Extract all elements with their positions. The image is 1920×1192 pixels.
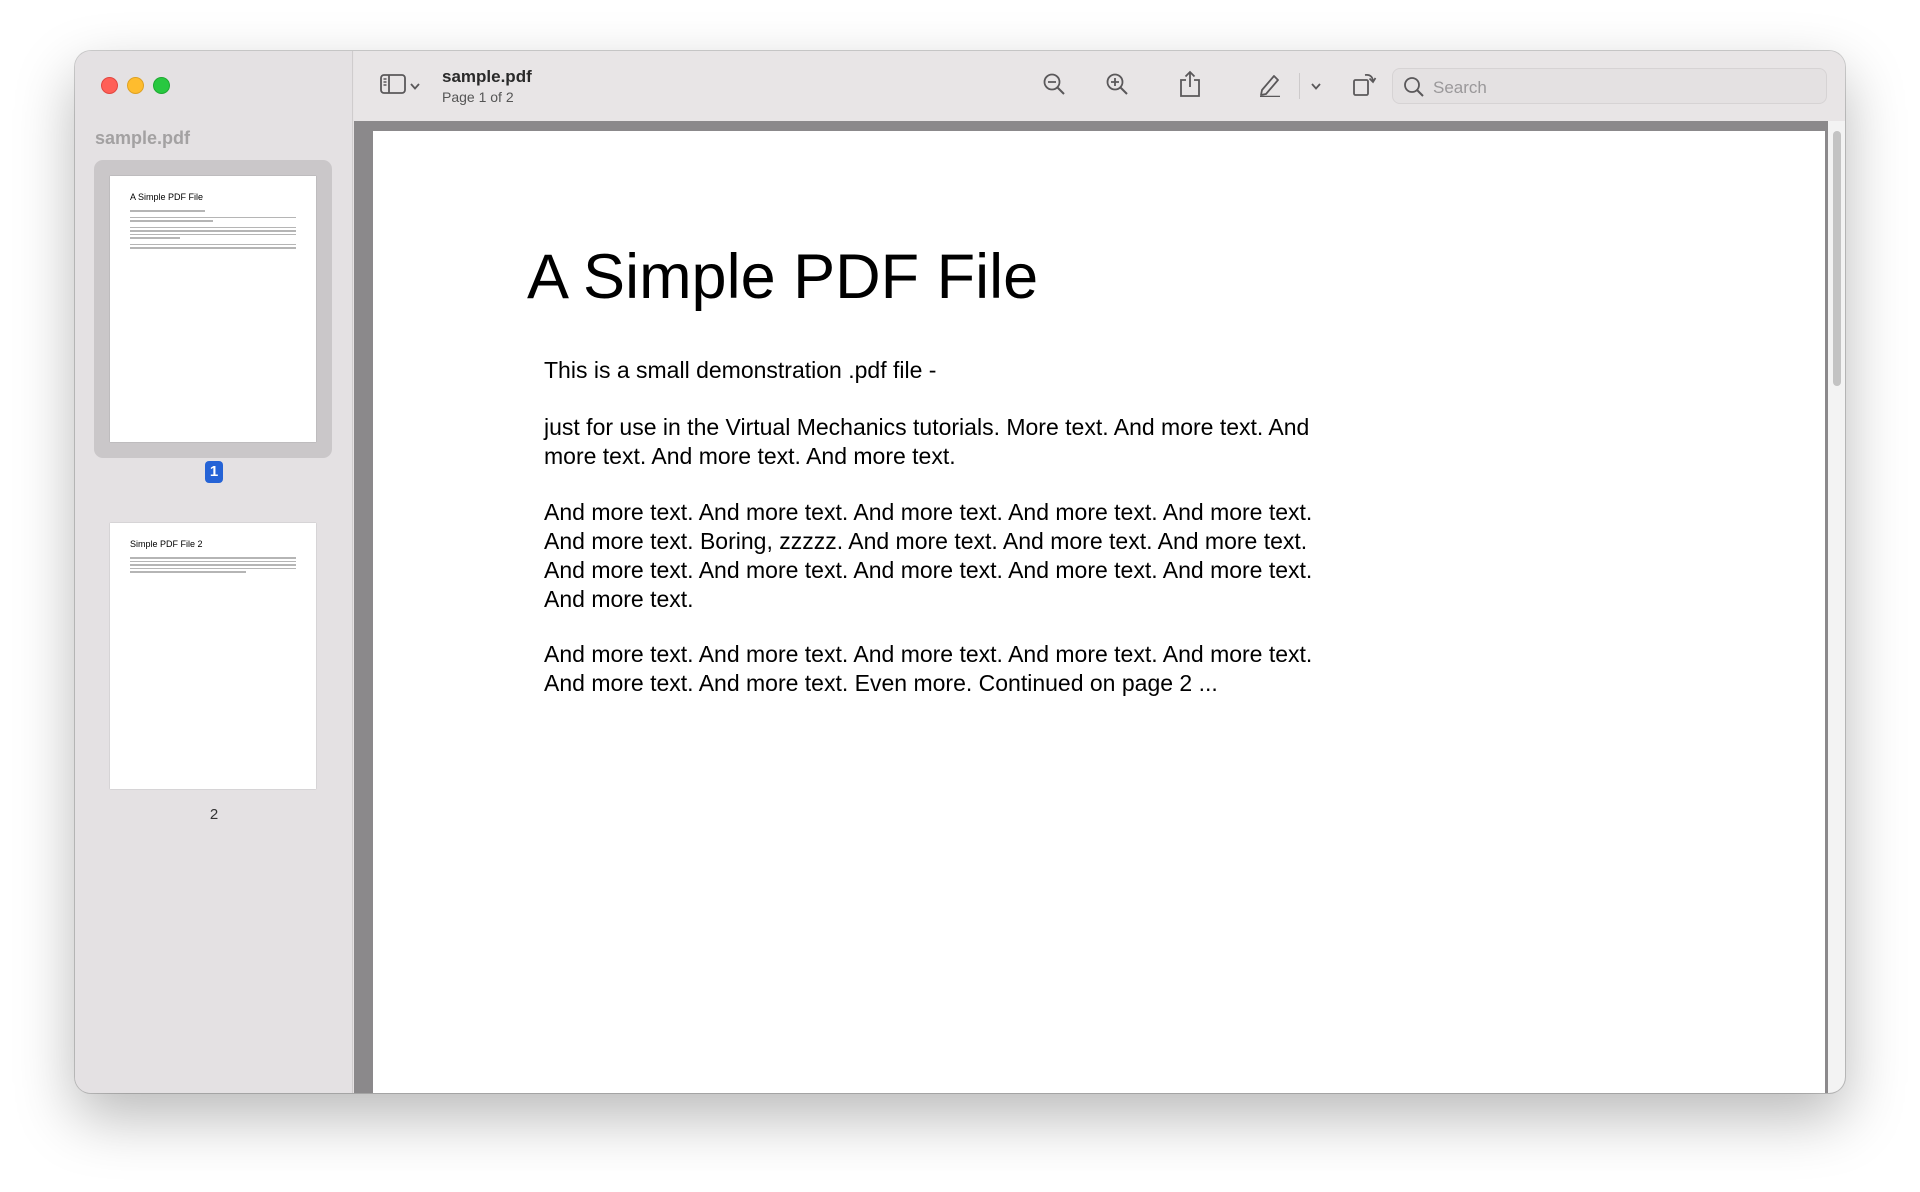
thumbnail-heading: Simple PDF File 2 (130, 539, 203, 549)
pdf-title: A Simple PDF File (527, 242, 1039, 312)
zoom-in-button[interactable] (1101, 70, 1133, 102)
thumbnail-heading: A Simple PDF File (130, 192, 204, 202)
minimize-window-button[interactable] (127, 77, 144, 94)
page-indicator: Page 1 of 2 (442, 89, 514, 105)
zoom-out-icon (1042, 72, 1066, 101)
chevron-down-icon (410, 77, 420, 95)
markup-options-button[interactable] (1306, 70, 1326, 102)
share-button[interactable] (1174, 70, 1206, 102)
sidebar-toggle-icon (380, 73, 406, 99)
vertical-scrollbar[interactable] (1828, 121, 1845, 1093)
document-title: sample.pdf (442, 67, 532, 86)
page-number-label: 2 (209, 806, 219, 823)
sidebar-title: sample.pdf (95, 128, 191, 148)
sidebar-toggle-button[interactable] (376, 70, 424, 102)
markup-button[interactable] (1254, 70, 1286, 102)
share-icon (1179, 70, 1201, 103)
zoom-window-button[interactable] (153, 77, 170, 94)
thumbnail-page-2[interactable]: Simple PDF File 2 (94, 506, 332, 804)
thumbnail-preview: A Simple PDF File (110, 176, 316, 442)
chevron-down-icon (1311, 77, 1321, 95)
toolbar: sample.pdf Page 1 of 2 Search (354, 51, 1845, 121)
search-field[interactable]: Search (1392, 68, 1827, 104)
thumbnail-preview: Simple PDF File 2 (110, 523, 316, 789)
pdf-paragraph: And more text. And more text. And more t… (544, 641, 1313, 696)
pdf-paragraph: And more text. And more text. And more t… (544, 499, 1313, 612)
rotate-button[interactable] (1348, 70, 1380, 102)
search-icon (1403, 76, 1425, 103)
pdf-paragraph: This is a small demonstration .pdf file … (544, 357, 937, 383)
search-placeholder: Search (1433, 78, 1487, 97)
rotate-icon (1351, 71, 1377, 102)
scrollbar-thumb[interactable] (1833, 131, 1841, 386)
close-window-button[interactable] (101, 77, 118, 94)
page-number-badge: 1 (205, 461, 223, 483)
toolbar-divider (1299, 73, 1300, 99)
zoom-in-icon (1105, 72, 1129, 101)
pdf-page: A Simple PDF File This is a small demons… (373, 131, 1825, 1093)
sidebar: sample.pdf A Simple PDF File 1 Simple PD… (75, 51, 353, 1093)
preview-window: sample.pdf A Simple PDF File 1 Simple PD… (75, 51, 1845, 1093)
markup-pen-icon (1257, 71, 1283, 102)
zoom-out-button[interactable] (1038, 70, 1070, 102)
document-area: A Simple PDF File This is a small demons… (354, 121, 1845, 1093)
pdf-paragraph: just for use in the Virtual Mechanics tu… (544, 414, 1310, 469)
thumbnail-page-1[interactable]: A Simple PDF File (94, 160, 332, 458)
